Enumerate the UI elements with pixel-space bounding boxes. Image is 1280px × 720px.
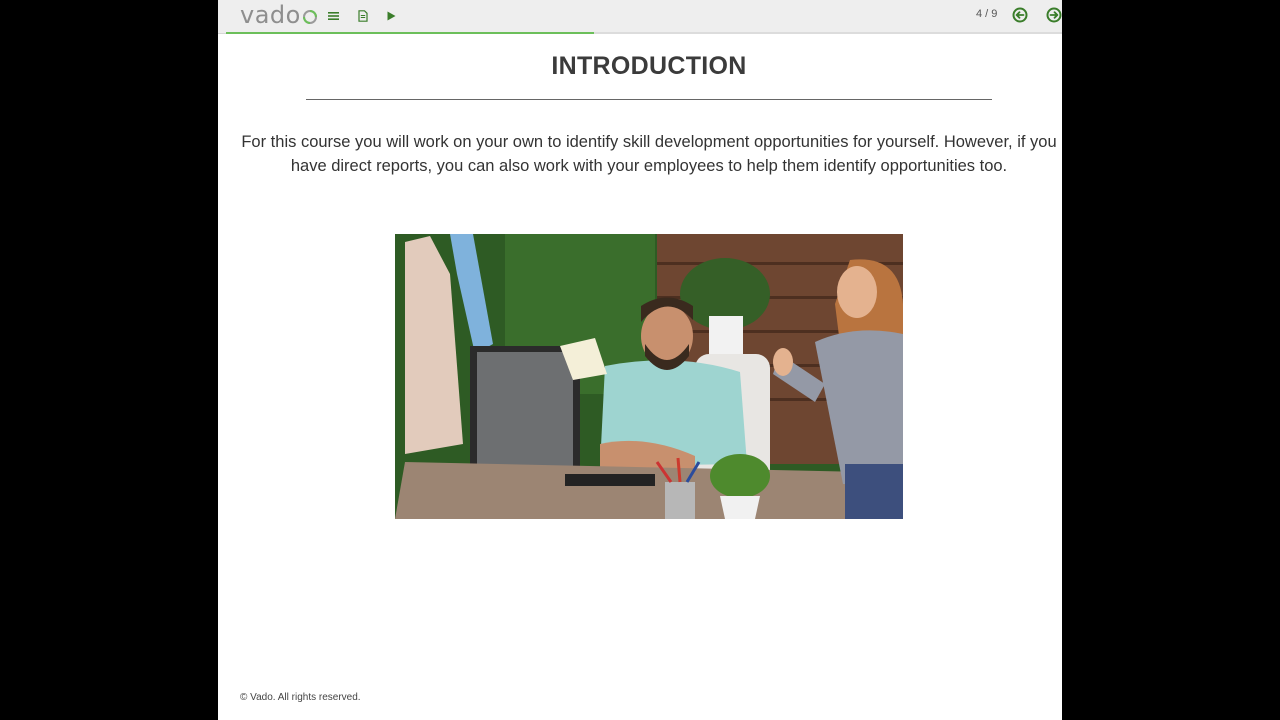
play-icon <box>387 11 395 21</box>
arrow-left-circle-icon <box>1012 7 1028 23</box>
page-counter: 4 / 9 <box>976 8 998 20</box>
logo-text: vado <box>240 1 301 29</box>
title-divider <box>306 99 992 100</box>
slide-body-text: For this course you will work on your ow… <box>241 133 1057 175</box>
menu-icon <box>327 12 339 20</box>
office-conversation-photo <box>395 234 903 519</box>
arrow-right-circle-icon <box>1046 7 1062 23</box>
previous-page-button[interactable] <box>1011 6 1029 24</box>
logo-ring-icon <box>302 10 317 24</box>
vado-logo: vado <box>240 1 318 29</box>
play-button[interactable] <box>382 7 400 25</box>
copyright-footer: © Vado. All rights reserved. <box>240 692 361 703</box>
document-icon <box>358 10 368 22</box>
menu-button[interactable] <box>324 7 342 25</box>
next-page-button[interactable] <box>1045 6 1062 24</box>
notes-button[interactable] <box>354 7 372 25</box>
course-progress-fill <box>226 32 594 34</box>
course-progress-bar <box>226 32 1062 34</box>
course-player: vado 4 / 9 INTRODUCTION For this course … <box>218 0 1062 720</box>
player-toolbar: vado 4 / 9 <box>218 0 1062 34</box>
photo-illustration <box>395 234 903 519</box>
slide-title: INTRODUCTION <box>551 52 747 80</box>
